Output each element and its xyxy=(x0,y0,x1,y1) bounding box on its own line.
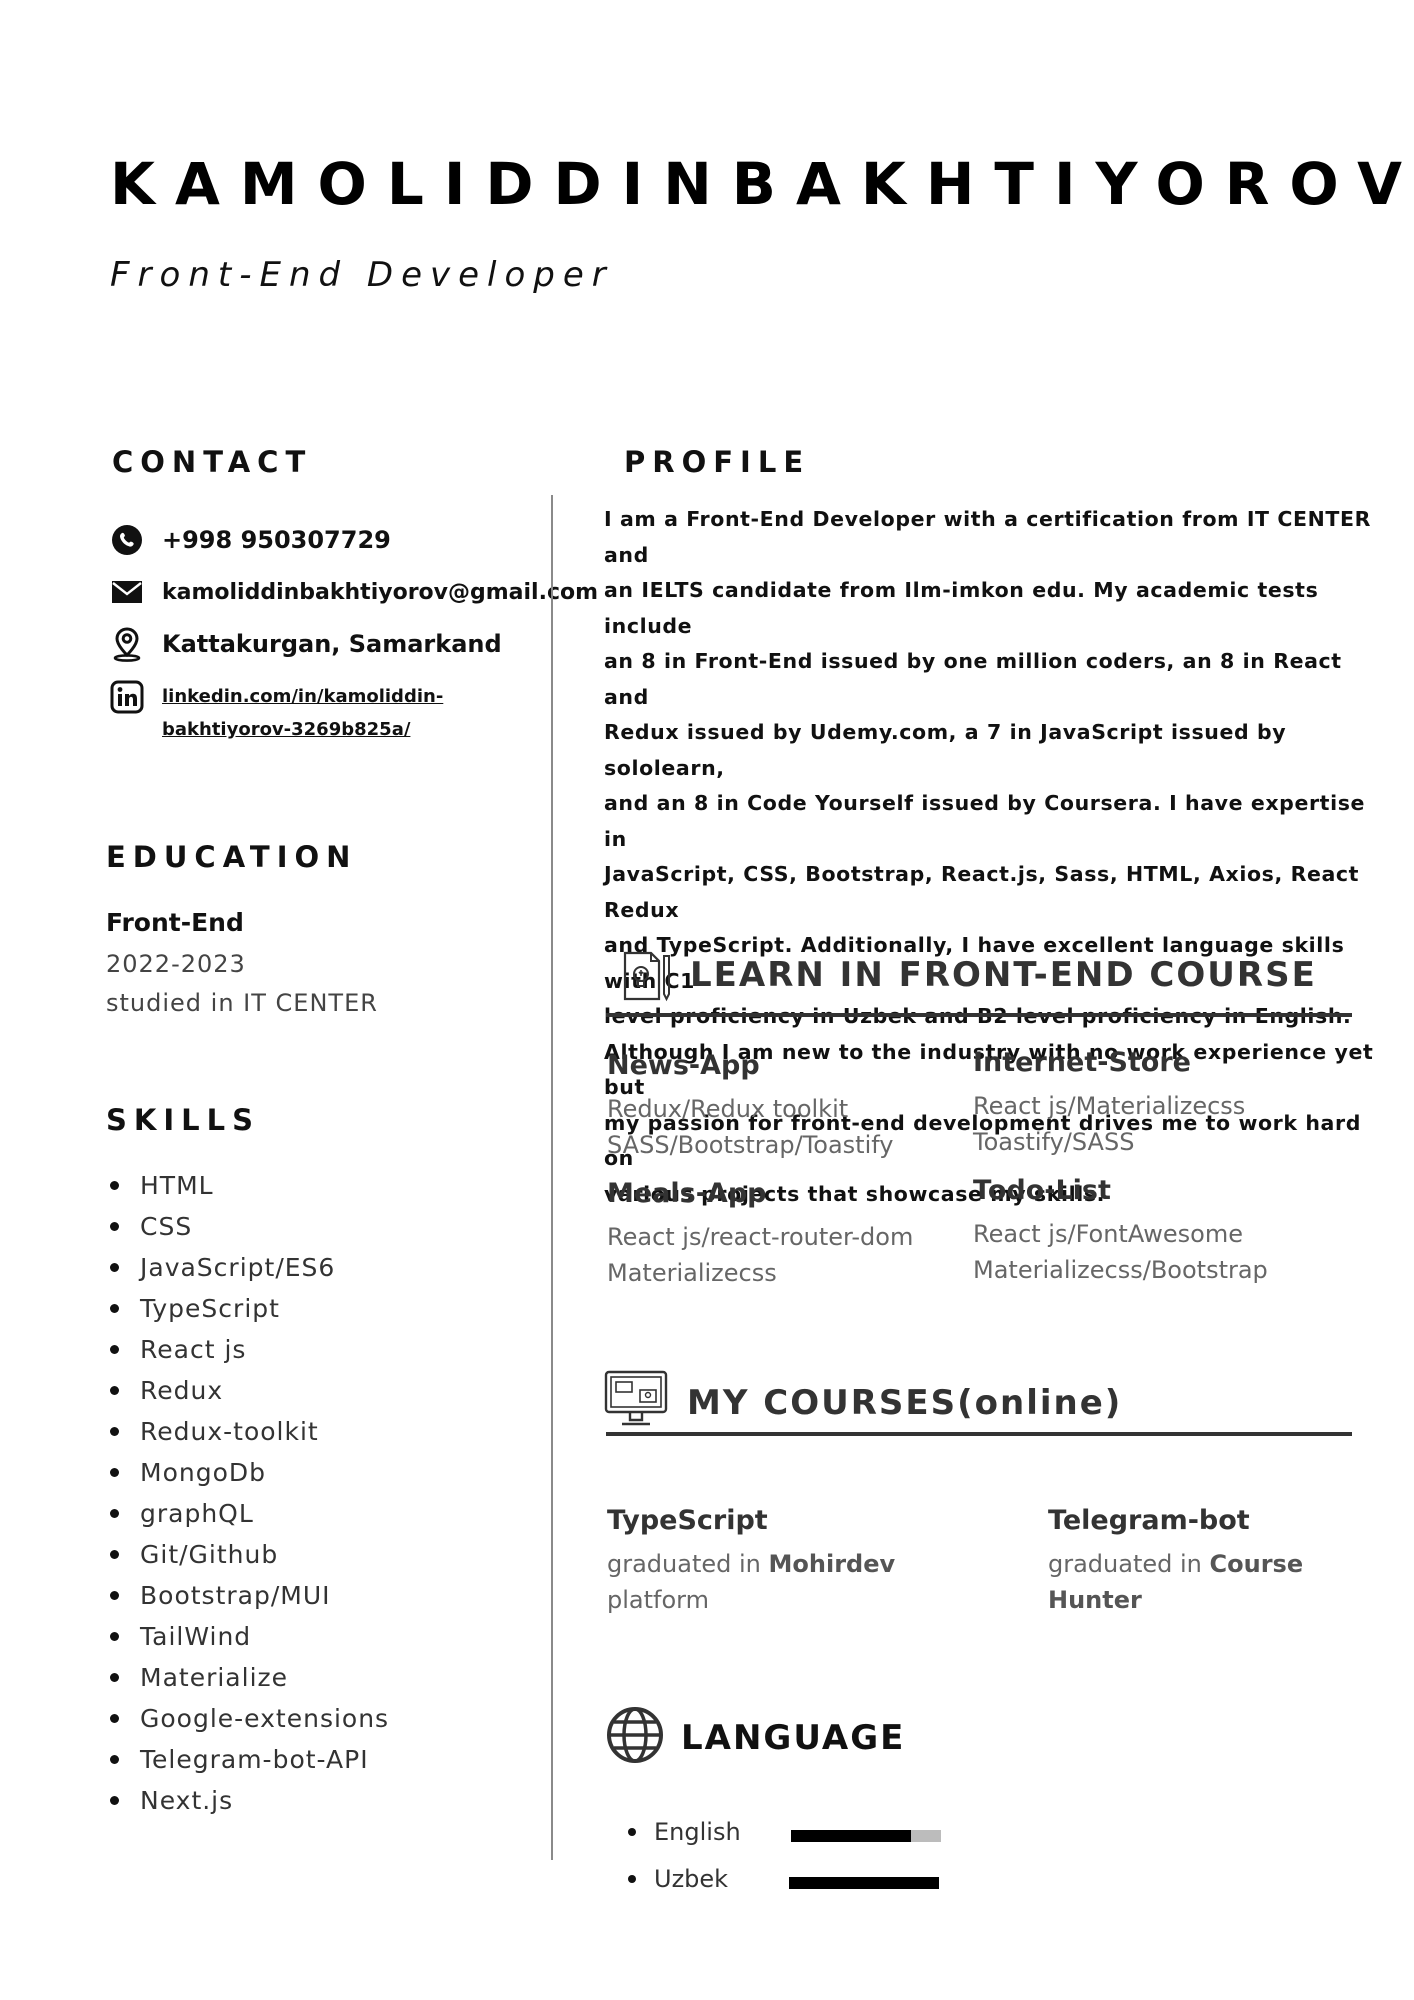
language-heading: LANGUAGE xyxy=(681,1718,906,1758)
language-level-bar xyxy=(791,1830,941,1842)
education-years: 2022-2023 xyxy=(106,950,246,978)
bullet xyxy=(628,1828,636,1836)
list-item: TypeScript xyxy=(106,1288,389,1329)
course-suffix: platform xyxy=(607,1586,709,1614)
computer-monitor-icon xyxy=(604,1370,668,1432)
course-suffix: Hunter xyxy=(1048,1586,1142,1614)
project-tech: React js/Materializecss xyxy=(973,1092,1246,1120)
project-tech: Materializecss/Bootstrap xyxy=(973,1256,1268,1284)
learn-heading: LEARN IN FRONT-END COURSE xyxy=(690,955,1317,995)
lightbulb-document-icon xyxy=(621,950,673,1006)
profile-line: an 8 in Front-End issued by one million … xyxy=(604,649,1342,709)
phone-number[interactable]: +998 950307729 xyxy=(162,526,391,554)
project-name: News-App xyxy=(607,1050,760,1081)
skills-heading: SKILLS xyxy=(106,1103,260,1137)
list-item: Materialize xyxy=(106,1657,389,1698)
list-item: Bootstrap/MUI xyxy=(106,1575,389,1616)
course-telegram-bot: Telegram-bot graduated in Course Hunter xyxy=(1048,1505,1368,1618)
list-item: HTML xyxy=(106,1165,389,1206)
courses-heading: MY COURSES(online) xyxy=(687,1383,1123,1423)
project-tech: React js/FontAwesome xyxy=(973,1220,1243,1248)
phone-icon xyxy=(110,523,144,557)
contact-location: Kattakurgan, Samarkand xyxy=(110,627,502,662)
list-item: CSS xyxy=(106,1206,389,1247)
mail-icon xyxy=(110,575,144,609)
project-internet-store: Internet-Store React js/Materializecss T… xyxy=(973,1047,1245,1160)
education-title: Front-End xyxy=(106,908,244,937)
course-prefix: graduated in xyxy=(1048,1550,1210,1578)
profile-line: JavaScript, CSS, Bootstrap, React.js, Sa… xyxy=(604,862,1360,922)
project-tech: Materializecss xyxy=(607,1259,777,1287)
course-name: Telegram-bot xyxy=(1048,1505,1250,1536)
education-place: studied in IT CENTER xyxy=(106,989,378,1017)
list-item: Google-extensions xyxy=(106,1698,389,1739)
course-org: Course xyxy=(1209,1550,1304,1578)
project-meals-app: Meals-App React js/react-router-dom Mate… xyxy=(607,1178,913,1291)
language-uzbek: Uzbek xyxy=(628,1865,728,1893)
profile-line: and an 8 in Code Yourself issued by Cour… xyxy=(604,791,1366,851)
list-item: Telegram-bot-API xyxy=(106,1739,389,1780)
learn-rule xyxy=(606,1013,1352,1017)
profile-line: Redux issued by Udemy.com, a 7 in JavaSc… xyxy=(604,720,1287,780)
list-item: JavaScript/ES6 xyxy=(106,1247,389,1288)
project-name: Meals-App xyxy=(607,1178,767,1209)
contact-heading: CONTACT xyxy=(112,445,313,479)
language-name: English xyxy=(654,1818,741,1846)
course-desc: graduated in Mohirdev platform xyxy=(607,1546,927,1618)
candidate-name: KAMOLIDDINBAKHTIYOROV xyxy=(110,150,1414,218)
linkedin-line-1: linkedin.com/in/kamoliddin- xyxy=(162,686,444,707)
project-news-app: News-App Redux/Redux toolkit SASS/Bootst… xyxy=(607,1050,894,1163)
bullet xyxy=(628,1875,636,1883)
profile-heading: PROFILE xyxy=(624,445,811,479)
project-name: Todo-List xyxy=(973,1175,1111,1206)
location-text: Kattakurgan, Samarkand xyxy=(162,630,502,658)
project-tech: React js/react-router-dom xyxy=(607,1223,914,1251)
list-item: Git/Github xyxy=(106,1534,389,1575)
language-english: English xyxy=(628,1818,741,1846)
list-item: MongoDb xyxy=(106,1452,389,1493)
column-divider xyxy=(551,495,553,1860)
project-name: Internet-Store xyxy=(973,1047,1191,1078)
globe-icon xyxy=(606,1706,664,1768)
language-level-bar xyxy=(789,1877,939,1889)
project-todo-list: Todo-List React js/FontAwesome Materiali… xyxy=(973,1175,1268,1288)
project-tech: Toastify/SASS xyxy=(973,1128,1135,1156)
contact-linkedin: linkedin.com/in/kamoliddin- bakhtiyorov-… xyxy=(110,680,443,746)
skills-list: HTML CSS JavaScript/ES6 TypeScript React… xyxy=(106,1165,389,1821)
list-item: React js xyxy=(106,1329,389,1370)
courses-rule xyxy=(606,1432,1352,1436)
language-level-fill xyxy=(789,1877,939,1889)
email-address[interactable]: kamoliddinbakhtiyorov@gmail.com xyxy=(162,580,598,605)
linkedin-icon xyxy=(110,680,144,714)
project-tech: Redux/Redux toolkit xyxy=(607,1095,849,1123)
list-item: Redux-toolkit xyxy=(106,1411,389,1452)
language-level-fill xyxy=(791,1830,911,1842)
list-item: TailWind xyxy=(106,1616,389,1657)
course-name: TypeScript xyxy=(607,1505,768,1536)
job-title: Front-End Developer xyxy=(110,255,614,295)
linkedin-line-2: bakhtiyorov-3269b825a/ xyxy=(162,719,411,740)
list-item: Next.js xyxy=(106,1780,389,1821)
course-desc: graduated in Course Hunter xyxy=(1048,1546,1368,1618)
contact-email: kamoliddinbakhtiyorov@gmail.com xyxy=(110,575,598,609)
profile-line: an IELTS candidate from Ilm-imkon edu. M… xyxy=(604,578,1319,638)
course-org: Mohirdev xyxy=(768,1550,896,1578)
list-item: Redux xyxy=(106,1370,389,1411)
profile-line: I am a Front-End Developer with a certif… xyxy=(604,507,1371,567)
project-tech: SASS/Bootstrap/Toastify xyxy=(607,1131,894,1159)
course-prefix: graduated in xyxy=(607,1550,769,1578)
contact-phone: +998 950307729 xyxy=(110,523,391,557)
linkedin-link[interactable]: linkedin.com/in/kamoliddin- bakhtiyorov-… xyxy=(162,680,443,746)
location-pin-icon xyxy=(110,627,144,662)
education-heading: EDUCATION xyxy=(106,840,358,874)
language-name: Uzbek xyxy=(654,1865,729,1893)
course-typescript: TypeScript graduated in Mohirdev platform xyxy=(607,1505,927,1618)
list-item: graphQL xyxy=(106,1493,389,1534)
